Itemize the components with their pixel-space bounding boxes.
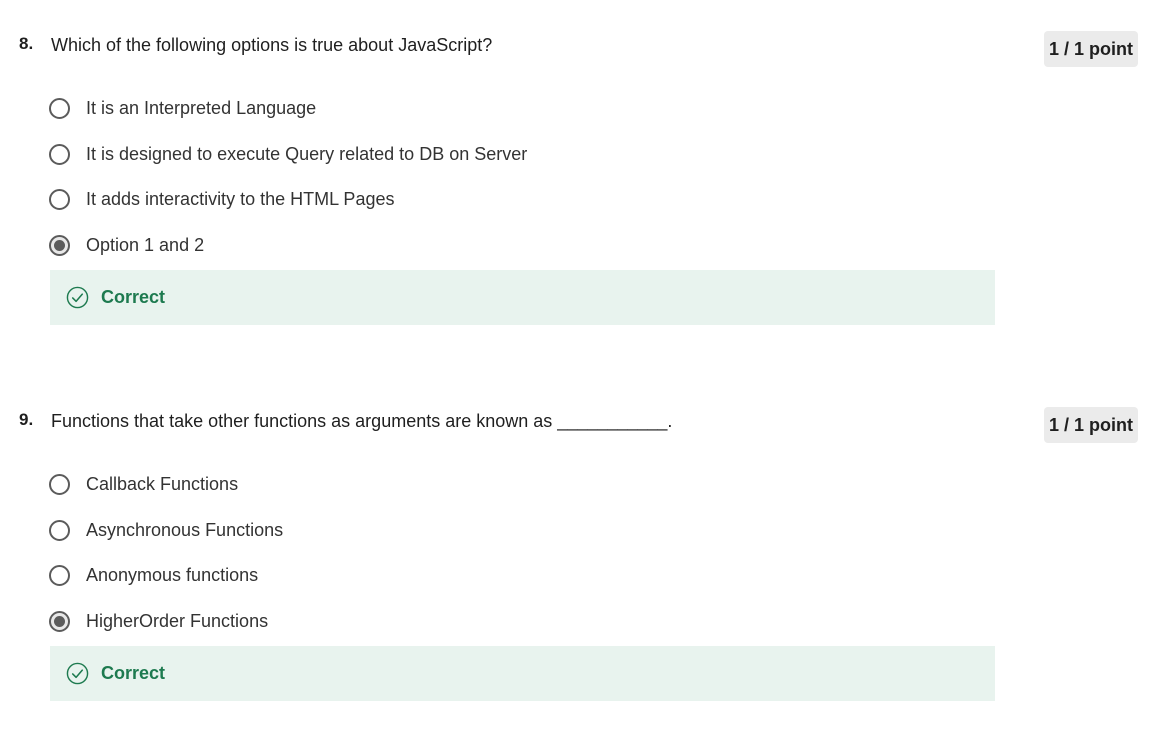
question-number: 9. xyxy=(19,410,34,429)
option-label: Option 1 and 2 xyxy=(86,234,205,255)
points-badge: 1 / 1 point xyxy=(1044,31,1138,67)
question-number: 8. xyxy=(19,34,34,53)
option-item[interactable]: It is designed to execute Query related … xyxy=(48,132,748,178)
question-prompt: Functions that take other functions as a… xyxy=(51,411,673,431)
option-label: It is an Interpreted Language xyxy=(86,98,317,119)
option-label: Asynchronous Functions xyxy=(86,519,284,540)
points-badge: 1 / 1 point xyxy=(1044,407,1138,443)
option-item[interactable]: HigherOrder Functions xyxy=(48,599,748,645)
question-prompt: Which of the following options is true a… xyxy=(51,35,493,55)
radio-button[interactable] xyxy=(49,189,70,211)
option-item[interactable]: Option 1 and 2 xyxy=(48,223,748,269)
feedback-label: Correct xyxy=(101,663,166,683)
feedback-correct: Correct xyxy=(50,270,995,325)
option-item[interactable]: Asynchronous Functions xyxy=(48,508,748,554)
feedback-correct: Correct xyxy=(50,646,995,701)
option-label: It adds interactivity to the HTML Pages xyxy=(86,189,395,210)
quiz-page: 8. Which of the following options is tru… xyxy=(0,0,1166,742)
option-item[interactable]: It is an Interpreted Language xyxy=(48,86,748,132)
radio-button[interactable] xyxy=(49,143,70,165)
check-circle-icon xyxy=(66,662,89,685)
radio-button[interactable] xyxy=(49,610,70,632)
options-list: Callback Functions Asynchronous Function… xyxy=(48,462,748,644)
option-item[interactable]: It adds interactivity to the HTML Pages xyxy=(48,177,748,223)
options-list: It is an Interpreted Language It is desi… xyxy=(48,86,748,268)
radio-button[interactable] xyxy=(49,98,70,120)
option-label: HigherOrder Functions xyxy=(86,610,269,631)
radio-button[interactable] xyxy=(49,234,70,256)
option-label: It is designed to execute Query related … xyxy=(86,143,528,164)
option-item[interactable]: Anonymous functions xyxy=(48,553,748,599)
option-label: Anonymous functions xyxy=(86,565,259,586)
radio-button[interactable] xyxy=(49,474,70,496)
check-circle-icon xyxy=(66,286,89,309)
radio-button[interactable] xyxy=(49,565,70,587)
feedback-label: Correct xyxy=(101,287,166,307)
option-item[interactable]: Callback Functions xyxy=(48,462,748,508)
radio-button[interactable] xyxy=(49,519,70,541)
option-label: Callback Functions xyxy=(86,474,239,495)
